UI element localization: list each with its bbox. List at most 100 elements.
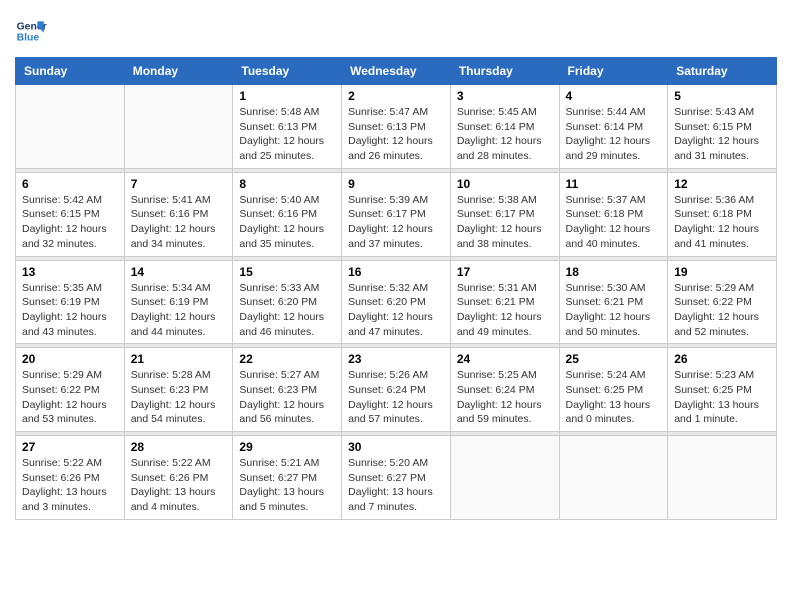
day-info: Sunrise: 5:32 AM Sunset: 6:20 PM Dayligh…	[348, 281, 444, 340]
day-info: Sunrise: 5:37 AM Sunset: 6:18 PM Dayligh…	[566, 193, 662, 252]
svg-text:Blue: Blue	[17, 33, 40, 44]
day-info: Sunrise: 5:34 AM Sunset: 6:19 PM Dayligh…	[131, 281, 227, 340]
day-number: 21	[131, 352, 227, 366]
day-info: Sunrise: 5:41 AM Sunset: 6:16 PM Dayligh…	[131, 193, 227, 252]
day-info: Sunrise: 5:26 AM Sunset: 6:24 PM Dayligh…	[348, 368, 444, 427]
day-info: Sunrise: 5:47 AM Sunset: 6:13 PM Dayligh…	[348, 105, 444, 164]
day-number: 4	[566, 89, 662, 103]
day-info: Sunrise: 5:29 AM Sunset: 6:22 PM Dayligh…	[674, 281, 770, 340]
calendar-week-row: 13 Sunrise: 5:35 AM Sunset: 6:19 PM Dayli…	[16, 260, 777, 344]
calendar-cell	[16, 85, 125, 169]
calendar-cell: 30Sunrise: 5:20 AM Sunset: 6:27 PM Dayli…	[342, 436, 451, 520]
header: General Blue	[15, 15, 777, 47]
calendar-cell: 22 Sunrise: 5:27 AM Sunset: 6:23 PM Dayli…	[233, 348, 342, 432]
day-number: 2	[348, 89, 444, 103]
calendar-table: SundayMondayTuesdayWednesdayThursdayFrid…	[15, 57, 777, 520]
day-number: 8	[239, 177, 335, 191]
day-info: Sunrise: 5:45 AM Sunset: 6:14 PM Dayligh…	[457, 105, 553, 164]
calendar-cell	[450, 436, 559, 520]
calendar-cell: 7 Sunrise: 5:41 AM Sunset: 6:16 PM Daylig…	[124, 172, 233, 256]
day-number: 10	[457, 177, 553, 191]
day-info: Sunrise: 5:36 AM Sunset: 6:18 PM Dayligh…	[674, 193, 770, 252]
day-info: Sunrise: 5:29 AM Sunset: 6:22 PM Dayligh…	[22, 368, 118, 427]
day-number: 28	[131, 440, 227, 454]
day-number: 14	[131, 265, 227, 279]
day-number: 25	[566, 352, 662, 366]
day-number: 11	[566, 177, 662, 191]
calendar-cell: 21 Sunrise: 5:28 AM Sunset: 6:23 PM Dayli…	[124, 348, 233, 432]
day-info: Sunrise: 5:28 AM Sunset: 6:23 PM Dayligh…	[131, 368, 227, 427]
calendar-header-sunday: Sunday	[16, 58, 125, 85]
calendar-cell	[559, 436, 668, 520]
calendar-cell: 17 Sunrise: 5:31 AM Sunset: 6:21 PM Dayli…	[450, 260, 559, 344]
calendar-cell: 5Sunrise: 5:43 AM Sunset: 6:15 PM Daylig…	[668, 85, 777, 169]
calendar-cell: 15 Sunrise: 5:33 AM Sunset: 6:20 PM Dayli…	[233, 260, 342, 344]
day-number: 9	[348, 177, 444, 191]
day-info: Sunrise: 5:20 AM Sunset: 6:27 PM Dayligh…	[348, 456, 444, 515]
calendar-week-row: 20 Sunrise: 5:29 AM Sunset: 6:22 PM Dayli…	[16, 348, 777, 432]
day-number: 18	[566, 265, 662, 279]
calendar-header-wednesday: Wednesday	[342, 58, 451, 85]
calendar-cell: 9 Sunrise: 5:39 AM Sunset: 6:17 PM Daylig…	[342, 172, 451, 256]
calendar-cell: 19 Sunrise: 5:29 AM Sunset: 6:22 PM Dayli…	[668, 260, 777, 344]
day-number: 16	[348, 265, 444, 279]
day-number: 7	[131, 177, 227, 191]
calendar-header-saturday: Saturday	[668, 58, 777, 85]
day-info: Sunrise: 5:35 AM Sunset: 6:19 PM Dayligh…	[22, 281, 118, 340]
calendar-cell: 27 Sunrise: 5:22 AM Sunset: 6:26 PM Dayli…	[16, 436, 125, 520]
calendar-cell	[668, 436, 777, 520]
day-info: Sunrise: 5:22 AM Sunset: 6:26 PM Dayligh…	[131, 456, 227, 515]
day-number: 3	[457, 89, 553, 103]
day-number: 6	[22, 177, 118, 191]
day-info: Sunrise: 5:40 AM Sunset: 6:16 PM Dayligh…	[239, 193, 335, 252]
day-info: Sunrise: 5:48 AM Sunset: 6:13 PM Dayligh…	[239, 105, 335, 164]
calendar-cell: 11 Sunrise: 5:37 AM Sunset: 6:18 PM Dayli…	[559, 172, 668, 256]
day-info: Sunrise: 5:43 AM Sunset: 6:15 PM Dayligh…	[674, 105, 770, 164]
calendar-cell: 26 Sunrise: 5:23 AM Sunset: 6:25 PM Dayli…	[668, 348, 777, 432]
day-info: Sunrise: 5:31 AM Sunset: 6:21 PM Dayligh…	[457, 281, 553, 340]
day-info: Sunrise: 5:33 AM Sunset: 6:20 PM Dayligh…	[239, 281, 335, 340]
day-number: 23	[348, 352, 444, 366]
calendar-cell: 25 Sunrise: 5:24 AM Sunset: 6:25 PM Dayli…	[559, 348, 668, 432]
calendar-header-monday: Monday	[124, 58, 233, 85]
day-info: Sunrise: 5:21 AM Sunset: 6:27 PM Dayligh…	[239, 456, 335, 515]
day-info: Sunrise: 5:23 AM Sunset: 6:25 PM Dayligh…	[674, 368, 770, 427]
day-number: 22	[239, 352, 335, 366]
day-number: 17	[457, 265, 553, 279]
day-info: Sunrise: 5:27 AM Sunset: 6:23 PM Dayligh…	[239, 368, 335, 427]
calendar-cell: 24 Sunrise: 5:25 AM Sunset: 6:24 PM Dayli…	[450, 348, 559, 432]
calendar-cell: 14 Sunrise: 5:34 AM Sunset: 6:19 PM Dayli…	[124, 260, 233, 344]
day-number: 1	[239, 89, 335, 103]
day-number: 13	[22, 265, 118, 279]
calendar-cell: 6 Sunrise: 5:42 AM Sunset: 6:15 PM Daylig…	[16, 172, 125, 256]
calendar-cell: 10Sunrise: 5:38 AM Sunset: 6:17 PM Dayli…	[450, 172, 559, 256]
day-number: 20	[22, 352, 118, 366]
day-info: Sunrise: 5:24 AM Sunset: 6:25 PM Dayligh…	[566, 368, 662, 427]
calendar-cell: 8 Sunrise: 5:40 AM Sunset: 6:16 PM Daylig…	[233, 172, 342, 256]
calendar-cell: 13 Sunrise: 5:35 AM Sunset: 6:19 PM Dayli…	[16, 260, 125, 344]
day-info: Sunrise: 5:25 AM Sunset: 6:24 PM Dayligh…	[457, 368, 553, 427]
calendar-header-row: SundayMondayTuesdayWednesdayThursdayFrid…	[16, 58, 777, 85]
day-number: 12	[674, 177, 770, 191]
day-number: 24	[457, 352, 553, 366]
calendar-cell: 1 Sunrise: 5:48 AM Sunset: 6:13 PM Daylig…	[233, 85, 342, 169]
day-info: Sunrise: 5:39 AM Sunset: 6:17 PM Dayligh…	[348, 193, 444, 252]
day-info: Sunrise: 5:30 AM Sunset: 6:21 PM Dayligh…	[566, 281, 662, 340]
day-number: 15	[239, 265, 335, 279]
day-number: 27	[22, 440, 118, 454]
calendar-cell: 20 Sunrise: 5:29 AM Sunset: 6:22 PM Dayli…	[16, 348, 125, 432]
day-info: Sunrise: 5:42 AM Sunset: 6:15 PM Dayligh…	[22, 193, 118, 252]
calendar-week-row: 6 Sunrise: 5:42 AM Sunset: 6:15 PM Daylig…	[16, 172, 777, 256]
calendar-cell: 23 Sunrise: 5:26 AM Sunset: 6:24 PM Dayli…	[342, 348, 451, 432]
calendar-header-friday: Friday	[559, 58, 668, 85]
calendar-cell: 2 Sunrise: 5:47 AM Sunset: 6:13 PM Daylig…	[342, 85, 451, 169]
day-number: 26	[674, 352, 770, 366]
calendar-cell: 16 Sunrise: 5:32 AM Sunset: 6:20 PM Dayli…	[342, 260, 451, 344]
day-info: Sunrise: 5:44 AM Sunset: 6:14 PM Dayligh…	[566, 105, 662, 164]
calendar-header-thursday: Thursday	[450, 58, 559, 85]
day-number: 29	[239, 440, 335, 454]
calendar-cell	[124, 85, 233, 169]
day-number: 19	[674, 265, 770, 279]
logo-icon: General Blue	[15, 15, 47, 47]
day-info: Sunrise: 5:22 AM Sunset: 6:26 PM Dayligh…	[22, 456, 118, 515]
